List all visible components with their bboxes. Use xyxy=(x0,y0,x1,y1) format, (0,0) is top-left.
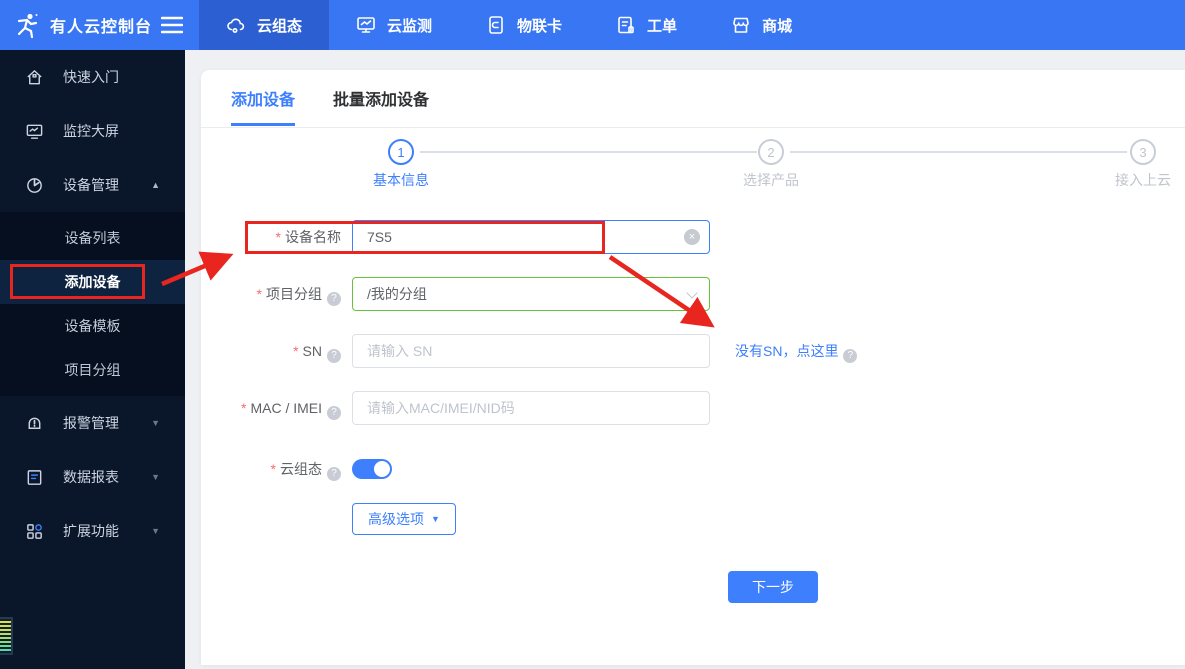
step-connector xyxy=(790,151,1127,153)
step-3-label: 接入上云 xyxy=(1115,172,1171,188)
sidebar-item-extended-functions[interactable]: 扩展功能 ▼ xyxy=(0,504,185,558)
device-name-row: *设备名称 × xyxy=(201,220,1185,254)
device-name-label: * 设备名称 xyxy=(275,229,341,245)
sidebar-item-device-management[interactable]: 设备管理 ▲ xyxy=(0,158,185,212)
sidebar-item-monitor-screen[interactable]: 监控大屏 xyxy=(0,104,185,158)
sidebar-item-label: 扩展功能 xyxy=(63,523,119,539)
caret-down-icon: ▼ xyxy=(431,514,440,524)
step-3-circle: 3 xyxy=(1130,139,1156,165)
sidebar-item-alarm-management[interactable]: 报警管理 ▼ xyxy=(0,396,185,450)
tab-batch-add-device[interactable]: 批量添加设备 xyxy=(333,86,429,126)
cloud-scada-toggle[interactable] xyxy=(352,459,392,479)
mac-imei-input[interactable] xyxy=(352,391,710,425)
sidebar-subitem-device-list[interactable]: 设备列表 xyxy=(0,216,185,260)
sidebar-item-label: 监控大屏 xyxy=(63,123,119,139)
step-2-circle: 2 xyxy=(758,139,784,165)
sidebar-subitem-add-device[interactable]: 添加设备 xyxy=(0,260,185,304)
mac-imei-label: * MAC / IMEI? xyxy=(201,391,341,425)
required-mark: * xyxy=(275,229,281,245)
big-screen-icon xyxy=(26,124,43,139)
storefront-icon xyxy=(733,17,749,33)
step-connector xyxy=(420,151,757,153)
alarm-bell-icon xyxy=(28,417,41,429)
caret-up-icon[interactable]: ▲ xyxy=(151,180,160,190)
nav-item-mall[interactable]: 商城 xyxy=(704,0,819,50)
help-icon[interactable]: ? xyxy=(843,349,858,363)
device-management-submenu: 设备列表 添加设备 设备模板 项目分组 xyxy=(0,212,185,396)
sn-row: *SN? 没有SN，点这里? xyxy=(201,334,1185,368)
advanced-options-button[interactable]: 高级选项 ▼ xyxy=(352,503,456,535)
nav-label: 商城 xyxy=(762,17,793,35)
help-icon[interactable]: ? xyxy=(327,349,341,363)
top-header: 有人云控制台 云组态 云监测 物联卡 工单 商城 xyxy=(0,0,1185,50)
hamburger-menu-icon[interactable] xyxy=(161,16,184,34)
required-mark: * xyxy=(293,343,299,359)
sidebar-subitem-device-template[interactable]: 设备模板 xyxy=(0,304,185,348)
work-order-icon xyxy=(618,16,634,34)
step-1-label: 基本信息 xyxy=(373,172,429,188)
sidebar-item-label: 设备管理 xyxy=(63,177,119,193)
sidebar-item-label: 快速入门 xyxy=(63,69,119,85)
sim-card-icon xyxy=(489,16,503,34)
nav-label: 云监测 xyxy=(387,17,433,35)
app-title: 有人云控制台 xyxy=(50,19,153,36)
required-mark: * xyxy=(270,461,276,477)
sidebar-item-label: 报警管理 xyxy=(63,415,119,431)
page-tabs: 添加设备 批量添加设备 xyxy=(231,86,429,126)
cloud-icon xyxy=(227,18,245,34)
stepper: 1 2 3 基本信息 选择产品 接入上云 xyxy=(201,139,1185,199)
sidebar-subitem-project-group[interactable]: 项目分组 xyxy=(0,348,185,392)
brand: 有人云控制台 xyxy=(0,0,185,50)
nav-item-iot-card[interactable]: 物联卡 xyxy=(459,0,589,50)
sidebar-item-label: 数据报表 xyxy=(63,469,119,485)
sidebar-item-data-report[interactable]: 数据报表 ▼ xyxy=(0,450,185,504)
report-icon xyxy=(27,469,42,485)
nav-item-cloud-monitor[interactable]: 云监测 xyxy=(329,0,459,50)
sn-input[interactable] xyxy=(352,334,710,368)
required-mark: * xyxy=(240,400,247,416)
grid-apps-icon xyxy=(27,523,42,539)
content-card: 添加设备 批量添加设备 1 2 3 基本信息 选择产品 接入上云 *设备名称 × xyxy=(201,70,1185,665)
help-icon[interactable]: ? xyxy=(327,467,341,481)
device-name-input[interactable] xyxy=(352,220,710,254)
clear-input-icon[interactable]: × xyxy=(684,229,700,245)
no-sn-link[interactable]: 没有SN，点这里? xyxy=(735,334,858,368)
project-group-row: * 项目分组? /我的分组 xyxy=(201,277,1185,311)
top-nav: 云组态 云监测 物联卡 工单 商城 xyxy=(199,0,819,50)
caret-down-icon[interactable]: ▼ xyxy=(151,418,160,428)
project-group-label: * 项目分组? xyxy=(201,277,341,311)
mac-imei-row: * MAC / IMEI? xyxy=(201,391,1185,425)
home-icon xyxy=(27,69,42,84)
nav-item-cloud-scada[interactable]: 云组态 xyxy=(199,0,330,50)
sidebar-item-quick-start[interactable]: 快速入门 xyxy=(0,50,185,104)
project-group-select[interactable]: /我的分组 xyxy=(352,277,710,311)
main-area: 添加设备 批量添加设备 1 2 3 基本信息 选择产品 接入上云 *设备名称 × xyxy=(185,50,1185,669)
step-2-label: 选择产品 xyxy=(743,172,799,188)
cloud-scada-row: * 云组态? xyxy=(201,452,1185,486)
usr-runner-logo-icon xyxy=(17,13,38,39)
tabs-divider xyxy=(201,127,1185,128)
caret-down-icon[interactable]: ▼ xyxy=(151,472,160,482)
cloud-scada-label: * 云组态? xyxy=(201,452,341,486)
step-1-circle: 1 xyxy=(388,139,414,165)
nav-label: 工单 xyxy=(647,17,678,35)
toggle-knob xyxy=(374,461,390,477)
caret-down-icon[interactable]: ▼ xyxy=(151,526,160,536)
monitor-chart-icon xyxy=(357,17,375,33)
corner-decoration xyxy=(0,617,13,655)
sn-label: * SN? xyxy=(201,334,341,368)
tab-add-device[interactable]: 添加设备 xyxy=(231,86,296,126)
nav-label: 云组态 xyxy=(257,17,303,35)
help-icon[interactable]: ? xyxy=(327,292,341,306)
next-step-button[interactable]: 下一步 xyxy=(728,571,818,603)
help-icon[interactable]: ? xyxy=(327,406,341,420)
required-mark: * xyxy=(256,286,262,302)
sidebar: 快速入门 监控大屏 设备管理 ▲ 设备列表 添加设备 设备模板 项目分组 报警管… xyxy=(0,50,185,669)
nav-label: 物联卡 xyxy=(517,17,563,35)
nav-item-work-order[interactable]: 工单 xyxy=(589,0,704,50)
device-management-icon xyxy=(27,177,42,193)
